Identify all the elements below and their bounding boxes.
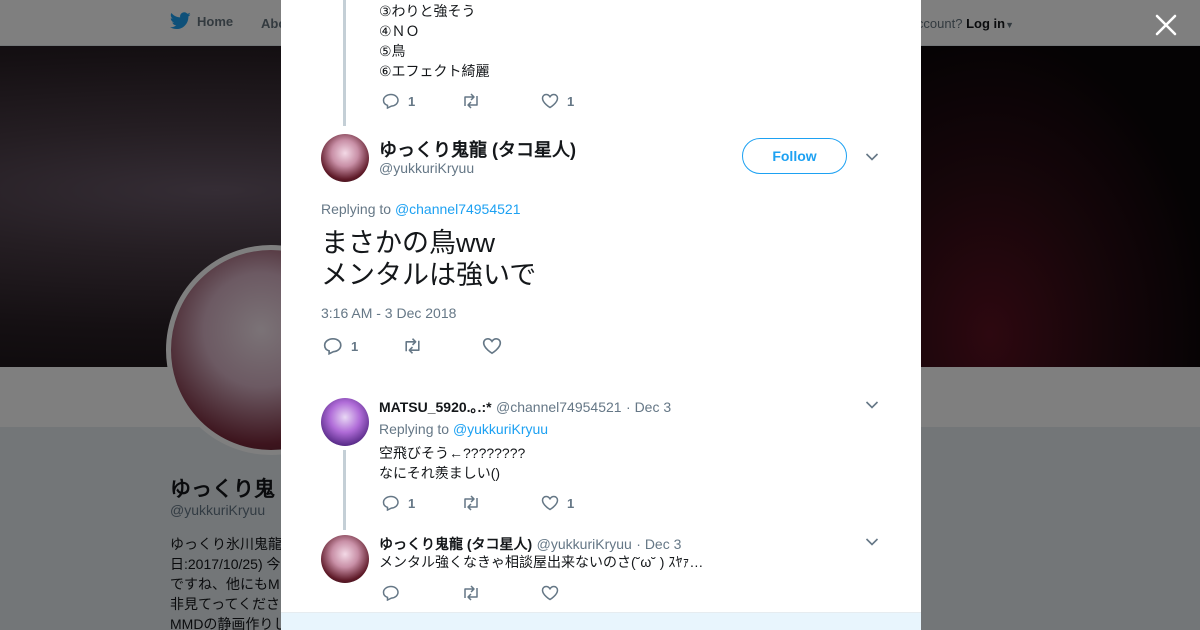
reply-text-line: なにそれ羨ましい() [379, 465, 501, 481]
like-button[interactable] [541, 585, 567, 601]
reply-count: 1 [351, 338, 359, 354]
reply-icon [382, 495, 399, 511]
reply-count: 1 [408, 93, 416, 109]
like-count: 1 [567, 495, 575, 511]
replying-prefix: Replying to [321, 201, 392, 217]
retweet-icon [405, 338, 420, 354]
reply-date[interactable]: · Dec 3 [626, 399, 671, 415]
reply-button[interactable]: 1 [382, 495, 415, 511]
reply-fullname[interactable]: MATSU_5920.｡.:* [379, 399, 492, 415]
reply-button[interactable]: 1 [323, 337, 358, 355]
reply-count: 1 [408, 495, 416, 511]
context-line: ③わりと強そう [379, 3, 476, 19]
close-icon[interactable] [1153, 12, 1179, 38]
reply-date[interactable]: · Dec 3 [636, 536, 681, 552]
follow-button[interactable]: Follow [742, 138, 847, 174]
thread-line [343, 450, 346, 530]
author-handle[interactable]: @yukkuriKryuu [379, 160, 474, 176]
retweet-icon [464, 495, 478, 511]
reply-icon [323, 337, 342, 355]
context-retweet-button[interactable] [461, 93, 489, 109]
tweet-text-line: まさかの鳥ww [321, 228, 495, 258]
replying-to-link[interactable]: @yukkuriKryuu [453, 421, 548, 437]
heart-icon [541, 585, 559, 601]
reply-handle[interactable]: @channel74954521 [496, 399, 622, 415]
replying-to: Replying to @yukkuriKryuu [379, 421, 548, 437]
reply-avatar[interactable] [321, 535, 369, 583]
reply-text-line: メンタル強くなきゃ相談屋出来ないのさ(˘ω˘ ) ｽﾔｧ… [379, 554, 704, 570]
reply-icon [382, 93, 399, 109]
replying-to: Replying to @channel74954521 [321, 201, 520, 217]
retweet-button[interactable] [402, 337, 431, 355]
context-reply-button[interactable]: 1 [382, 93, 415, 109]
retweet-button[interactable] [461, 495, 489, 511]
heart-icon [541, 495, 559, 511]
replying-to-link[interactable]: @channel74954521 [395, 201, 521, 217]
replying-prefix: Replying to [379, 421, 450, 437]
like-button[interactable] [482, 337, 510, 355]
context-like-button[interactable]: 1 [541, 93, 574, 109]
reply-fullname[interactable]: ゆっくり鬼龍 (タコ星人) [379, 536, 532, 552]
reply-header: MATSU_5920.｡.:* @channel74954521 · Dec 3 [379, 397, 671, 417]
like-button[interactable]: 1 [541, 495, 574, 511]
heart-icon [541, 93, 559, 109]
like-count: 1 [567, 93, 575, 109]
author-avatar[interactable] [321, 134, 369, 182]
reply-icon [382, 585, 399, 601]
reply-handle[interactable]: @yukkuriKryuu [537, 536, 632, 552]
retweet-icon [464, 585, 478, 601]
author-fullname[interactable]: ゆっくり鬼龍 (タコ星人) [379, 136, 576, 162]
tweet-text-line: メンタルは強いで [321, 260, 537, 290]
chevron-down-icon[interactable] [865, 400, 879, 410]
context-line: ⑤鳥 [379, 43, 406, 59]
retweet-button[interactable] [461, 585, 489, 601]
chevron-down-icon[interactable] [865, 537, 879, 547]
context-line: ⑥エフェクト綺麗 [379, 63, 490, 79]
retweet-icon [464, 93, 478, 109]
context-line: ④ＮＯ [379, 23, 420, 39]
tweet-timestamp[interactable]: 3:16 AM - 3 Dec 2018 [321, 305, 456, 321]
heart-icon [482, 337, 502, 355]
reply-avatar[interactable] [321, 398, 369, 446]
reply-text-line: 空飛びそう←???????? [379, 445, 526, 461]
thread-line [343, 0, 346, 126]
chevron-down-icon[interactable] [865, 152, 879, 162]
tweet-permalink-modal: ③わりと強そう ④ＮＯ ⑤鳥 ⑥エフェクト綺麗 1 1 ゆっくり鬼龍 (タコ星人… [281, 0, 921, 630]
reply-button[interactable] [382, 585, 408, 601]
modal-footer [281, 612, 921, 630]
reply-header: ゆっくり鬼龍 (タコ星人) @yukkuriKryuu · Dec 3 [379, 534, 681, 554]
